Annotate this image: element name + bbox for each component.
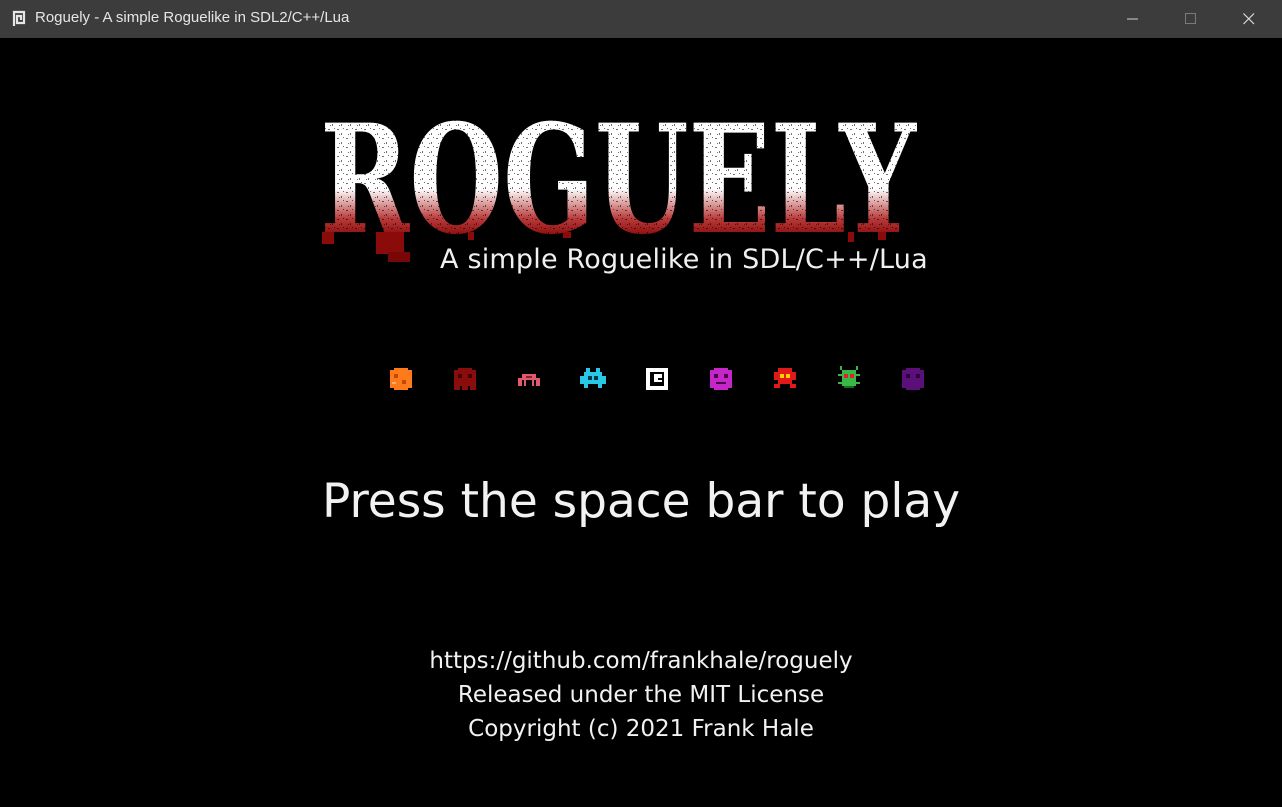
close-button[interactable] [1226,0,1272,38]
green-bug-sprite [836,366,862,392]
close-icon [1243,13,1255,25]
minimize-icon [1127,18,1138,20]
start-prompt: Press the space bar to play [321,474,961,529]
orange-blob-sprite [388,366,414,392]
maximize-icon [1185,13,1196,24]
maximize-button[interactable] [1168,0,1214,38]
dark-red-blob-sprite [452,366,478,392]
cyan-invader-sprite [580,366,606,392]
spiral-icon [11,9,27,27]
logo-grunge-overlay: ROGUELY [320,92,917,268]
title-bar[interactable]: Roguely - A simple Roguelike in SDL2/C++… [0,0,1282,38]
pink-crab-sprite [516,366,542,392]
license-text: Released under the MIT License [457,682,825,708]
red-invader-sprite [772,366,798,392]
game-window: Roguely - A simple Roguelike in SDL2/C++… [0,0,1282,807]
minimize-button[interactable] [1110,0,1156,38]
copyright-text: Copyright (c) 2021 Frank Hale [468,716,814,742]
repo-url-link: https://github.com/frankhale/roguely [429,648,853,674]
window-title: Roguely - A simple Roguelike in SDL2/C++… [35,9,350,26]
white-spiral-player-sprite [644,366,670,392]
game-subtitle: A simple Roguelike in SDL/C++/Lua [440,244,928,275]
magenta-face-sprite [708,366,734,392]
purple-blob-sprite [900,366,926,392]
